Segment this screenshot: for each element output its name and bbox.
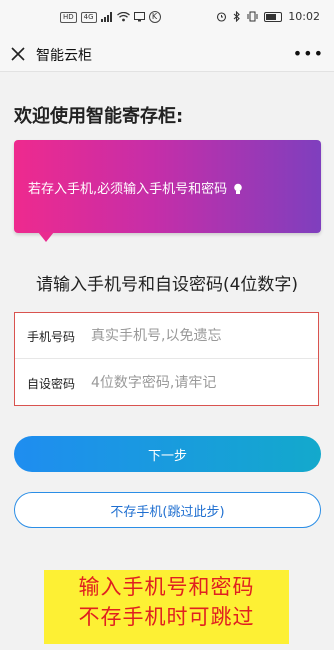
login-form: 手机号码 自设密码 [14,312,319,406]
page: HD 4G K 10:02 智能云柜 ••• 欢迎使用智能寄存柜: 若存入手机,… [0,0,334,650]
form-instruction: 请输入手机号和自设密码(4位数字) [35,275,299,295]
phone-input[interactable] [91,322,309,350]
hd-badge: HD [60,11,77,23]
banner-message: 若存入手机,必须输入手机号和密码 [28,178,243,197]
bluetooth-icon [233,11,241,22]
phone-row: 手机号码 [15,313,318,359]
more-icon[interactable]: ••• [293,44,324,63]
password-row: 自设密码 [15,360,318,406]
phone-label: 手机号码 [27,330,76,344]
circle-k-icon: K [148,11,161,23]
password-input[interactable] [91,369,309,397]
banner-pointer [38,232,54,242]
status-bar: HD 4G K 10:02 [0,0,334,36]
status-right: 10:02 [216,10,320,23]
vibrate-icon [247,11,258,22]
signal-badge: 4G [80,11,97,23]
info-banner: 若存入手机,必须输入手机号和密码 [14,140,321,233]
page-title: 智能云柜 [36,48,92,64]
note-line-1: 输入手机号和密码 [78,575,255,599]
note-line-2: 不存手机时可跳过 [78,605,255,629]
annotation-note: 输入手机号和密码 不存手机时可跳过 [44,570,289,644]
clock: 10:02 [288,10,320,23]
banner-text: 若存入手机,必须输入手机号和密码 [28,182,228,197]
password-label: 自设密码 [27,377,76,391]
nav-bar: 智能云柜 ••• [0,36,334,72]
skip-button[interactable]: 不存手机(跳过此步) [14,492,321,528]
welcome-heading: 欢迎使用智能寄存柜: [14,106,184,127]
close-icon[interactable] [8,44,28,64]
wifi-icon [116,12,130,22]
status-left: HD 4G K [60,11,161,23]
alarm-icon [217,12,227,22]
bulb-icon [234,183,243,194]
next-button[interactable]: 下一步 [14,436,321,472]
battery-icon [264,11,283,22]
monitor-icon [133,12,145,22]
signal-icon [100,12,112,22]
